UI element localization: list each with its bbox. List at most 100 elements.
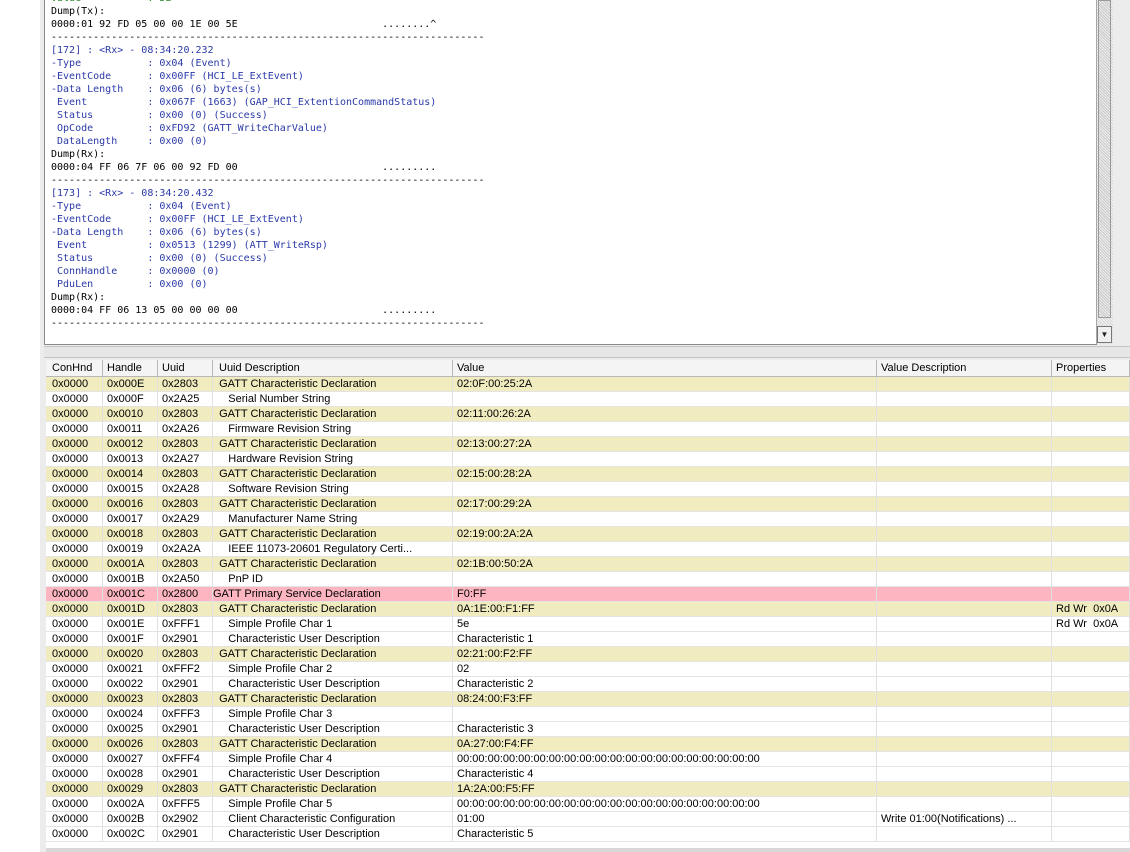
- cell-value: [453, 512, 877, 527]
- table-row[interactable]: 0x0000 0x0027 0xFFF4 Simple Profile Char 4…: [46, 752, 1130, 767]
- table-row[interactable]: 0x0000 0x0016 0x2803 GATT Characteristic D…: [46, 497, 1130, 512]
- cell-conhnd: 0x0000: [46, 677, 103, 692]
- log-line: -Type : 0x04 (Event): [51, 201, 232, 212]
- cell-handle: 0x001B: [103, 572, 158, 587]
- cell-handle: 0x002A: [103, 797, 158, 812]
- table-row[interactable]: 0x0000 0x000E 0x2803 GATT Characteristic D…: [46, 377, 1130, 392]
- table-row[interactable]: 0x0000 0x0011 0x2A26 Firmware Revision Str…: [46, 422, 1130, 437]
- table-row[interactable]: 0x0000 0x0021 0xFFF2 Simple Profile Char 2…: [46, 662, 1130, 677]
- cell-properties: [1052, 692, 1130, 707]
- table-row[interactable]: 0x0000 0x0014 0x2803 GATT Characteristic D…: [46, 467, 1130, 482]
- cell-value-description: [877, 482, 1052, 497]
- table-row[interactable]: 0x0000 0x0015 0x2A28 Software Revision Str…: [46, 482, 1130, 497]
- table-row[interactable]: 0x0000 0x001E 0xFFF1 Simple Profile Char 1…: [46, 617, 1130, 632]
- message-log-panel[interactable]: Value : 5EDump(Tx):0000:01 92 FD 05 00 0…: [44, 0, 1097, 345]
- table-row[interactable]: 0x0000 0x0026 0x2803 GATT Characteristic D…: [46, 737, 1130, 752]
- cell-conhnd: 0x0000: [46, 407, 103, 422]
- column-header-uuid[interactable]: Uuid: [158, 360, 213, 376]
- cell-uuid-description: Hardware Revision String: [213, 452, 453, 467]
- table-row[interactable]: 0x0000 0x0025 0x2901 Characteristic User D…: [46, 722, 1130, 737]
- table-row[interactable]: 0x0000 0x002B 0x2902 Client Characteristic…: [46, 812, 1130, 827]
- table-row[interactable]: 0x0000 0x001D 0x2803 GATT Characteristic D…: [46, 602, 1130, 617]
- cell-value-description: [877, 707, 1052, 722]
- cell-conhnd: 0x0000: [46, 782, 103, 797]
- cell-value: 00:00:00:00:00:00:00:00:00:00:00:00:00:0…: [453, 752, 877, 767]
- table-row[interactable]: 0x0000 0x0028 0x2901 Characteristic User D…: [46, 767, 1130, 782]
- cell-uuid: 0x2902: [158, 812, 213, 827]
- cell-value-description: [877, 452, 1052, 467]
- cell-uuid: 0xFFF1: [158, 617, 213, 632]
- message-log-text: Value : 5EDump(Tx):0000:01 92 FD 05 00 0…: [51, 0, 484, 330]
- cell-properties: [1052, 707, 1130, 722]
- cell-value-description: [877, 797, 1052, 812]
- cell-conhnd: 0x0000: [46, 377, 103, 392]
- column-header-uuid-description[interactable]: Uuid Description: [213, 360, 453, 376]
- cell-uuid: 0xFFF4: [158, 752, 213, 767]
- table-row[interactable]: 0x0000 0x0019 0x2A2A IEEE 11073-20601 Regu…: [46, 542, 1130, 557]
- cell-uuid-description: GATT Characteristic Declaration: [213, 782, 453, 797]
- cell-value: Characteristic 1: [453, 632, 877, 647]
- table-row[interactable]: 0x0000 0x0018 0x2803 GATT Characteristic D…: [46, 527, 1130, 542]
- cell-conhnd: 0x0000: [46, 422, 103, 437]
- cell-value-description: [877, 647, 1052, 662]
- cell-properties: [1052, 542, 1130, 557]
- cell-handle: 0x0019: [103, 542, 158, 557]
- cell-value-description: [877, 392, 1052, 407]
- table-row[interactable]: 0x0000 0x0029 0x2803 GATT Characteristic D…: [46, 782, 1130, 797]
- table-row[interactable]: 0x0000 0x0020 0x2803 GATT Characteristic D…: [46, 647, 1130, 662]
- table-row[interactable]: 0x0000 0x0010 0x2803 GATT Characteristic D…: [46, 407, 1130, 422]
- cell-uuid-description: GATT Primary Service Declaration: [213, 587, 453, 602]
- cell-handle: 0x001A: [103, 557, 158, 572]
- cell-uuid-description: Simple Profile Char 3: [213, 707, 453, 722]
- cell-properties: [1052, 422, 1130, 437]
- table-row[interactable]: 0x0000 0x000F 0x2A25 Serial Number String: [46, 392, 1130, 407]
- table-row[interactable]: 0x0000 0x002C 0x2901 Characteristic User D…: [46, 827, 1130, 842]
- table-row[interactable]: 0x0000 0x0017 0x2A29 Manufacturer Name Str…: [46, 512, 1130, 527]
- cell-value: [453, 392, 877, 407]
- column-header-value-description[interactable]: Value Description: [877, 360, 1052, 376]
- cell-handle: 0x0010: [103, 407, 158, 422]
- table-row[interactable]: 0x0000 0x0013 0x2A27 Hardware Revision Str…: [46, 452, 1130, 467]
- table-row[interactable]: 0x0000 0x001C 0x2800 GATT Primary Service D…: [46, 587, 1130, 602]
- scroll-down-arrow-icon[interactable]: ▼: [1097, 326, 1112, 343]
- cell-handle: 0x0011: [103, 422, 158, 437]
- cell-uuid-description: Client Characteristic Configuration: [213, 812, 453, 827]
- column-header-properties[interactable]: Properties: [1052, 360, 1130, 376]
- cell-value-description: [877, 542, 1052, 557]
- cell-value: 02:0F:00:25:2A: [453, 377, 877, 392]
- cell-uuid-description: GATT Characteristic Declaration: [213, 737, 453, 752]
- column-header-handle[interactable]: Handle: [103, 360, 158, 376]
- cell-value: [453, 422, 877, 437]
- table-row[interactable]: 0x0000 0x0012 0x2803 GATT Characteristic D…: [46, 437, 1130, 452]
- cell-value: F0:FF: [453, 587, 877, 602]
- log-vertical-scrollbar[interactable]: ▼: [1096, 0, 1113, 344]
- panel-splitter[interactable]: [44, 346, 1130, 358]
- cell-uuid: 0x2901: [158, 827, 213, 842]
- table-row[interactable]: 0x0000 0x002A 0xFFF5 Simple Profile Char 5…: [46, 797, 1130, 812]
- cell-properties: [1052, 587, 1130, 602]
- cell-handle: 0x0025: [103, 722, 158, 737]
- table-row[interactable]: 0x0000 0x001F 0x2901 Characteristic User D…: [46, 632, 1130, 647]
- table-row[interactable]: 0x0000 0x0023 0x2803 GATT Characteristic D…: [46, 692, 1130, 707]
- column-header-value[interactable]: Value: [453, 360, 877, 376]
- cell-conhnd: 0x0000: [46, 557, 103, 572]
- table-row[interactable]: 0x0000 0x0022 0x2901 Characteristic User D…: [46, 677, 1130, 692]
- cell-properties: [1052, 437, 1130, 452]
- scrollbar-thumb[interactable]: [1098, 0, 1111, 318]
- attribute-table[interactable]: ConHnd Handle Uuid Uuid Description Valu…: [46, 360, 1130, 848]
- table-row[interactable]: 0x0000 0x001A 0x2803 GATT Characteristic D…: [46, 557, 1130, 572]
- table-row[interactable]: 0x0000 0x0024 0xFFF3 Simple Profile Char 3: [46, 707, 1130, 722]
- cell-uuid-description: GATT Characteristic Declaration: [213, 467, 453, 482]
- horizontal-scrollbar[interactable]: [46, 848, 1130, 852]
- cell-uuid: 0x2803: [158, 527, 213, 542]
- log-line: Dump(Rx):: [51, 292, 106, 303]
- cell-conhnd: 0x0000: [46, 662, 103, 677]
- cell-uuid: 0x2803: [158, 557, 213, 572]
- cell-properties: [1052, 572, 1130, 587]
- cell-value: Characteristic 3: [453, 722, 877, 737]
- cell-properties: [1052, 782, 1130, 797]
- table-row[interactable]: 0x0000 0x001B 0x2A50 PnP ID: [46, 572, 1130, 587]
- column-header-conhnd[interactable]: ConHnd: [46, 360, 103, 376]
- cell-properties: [1052, 752, 1130, 767]
- table-body: 0x0000 0x000E 0x2803 GATT Characteristic D…: [46, 377, 1130, 842]
